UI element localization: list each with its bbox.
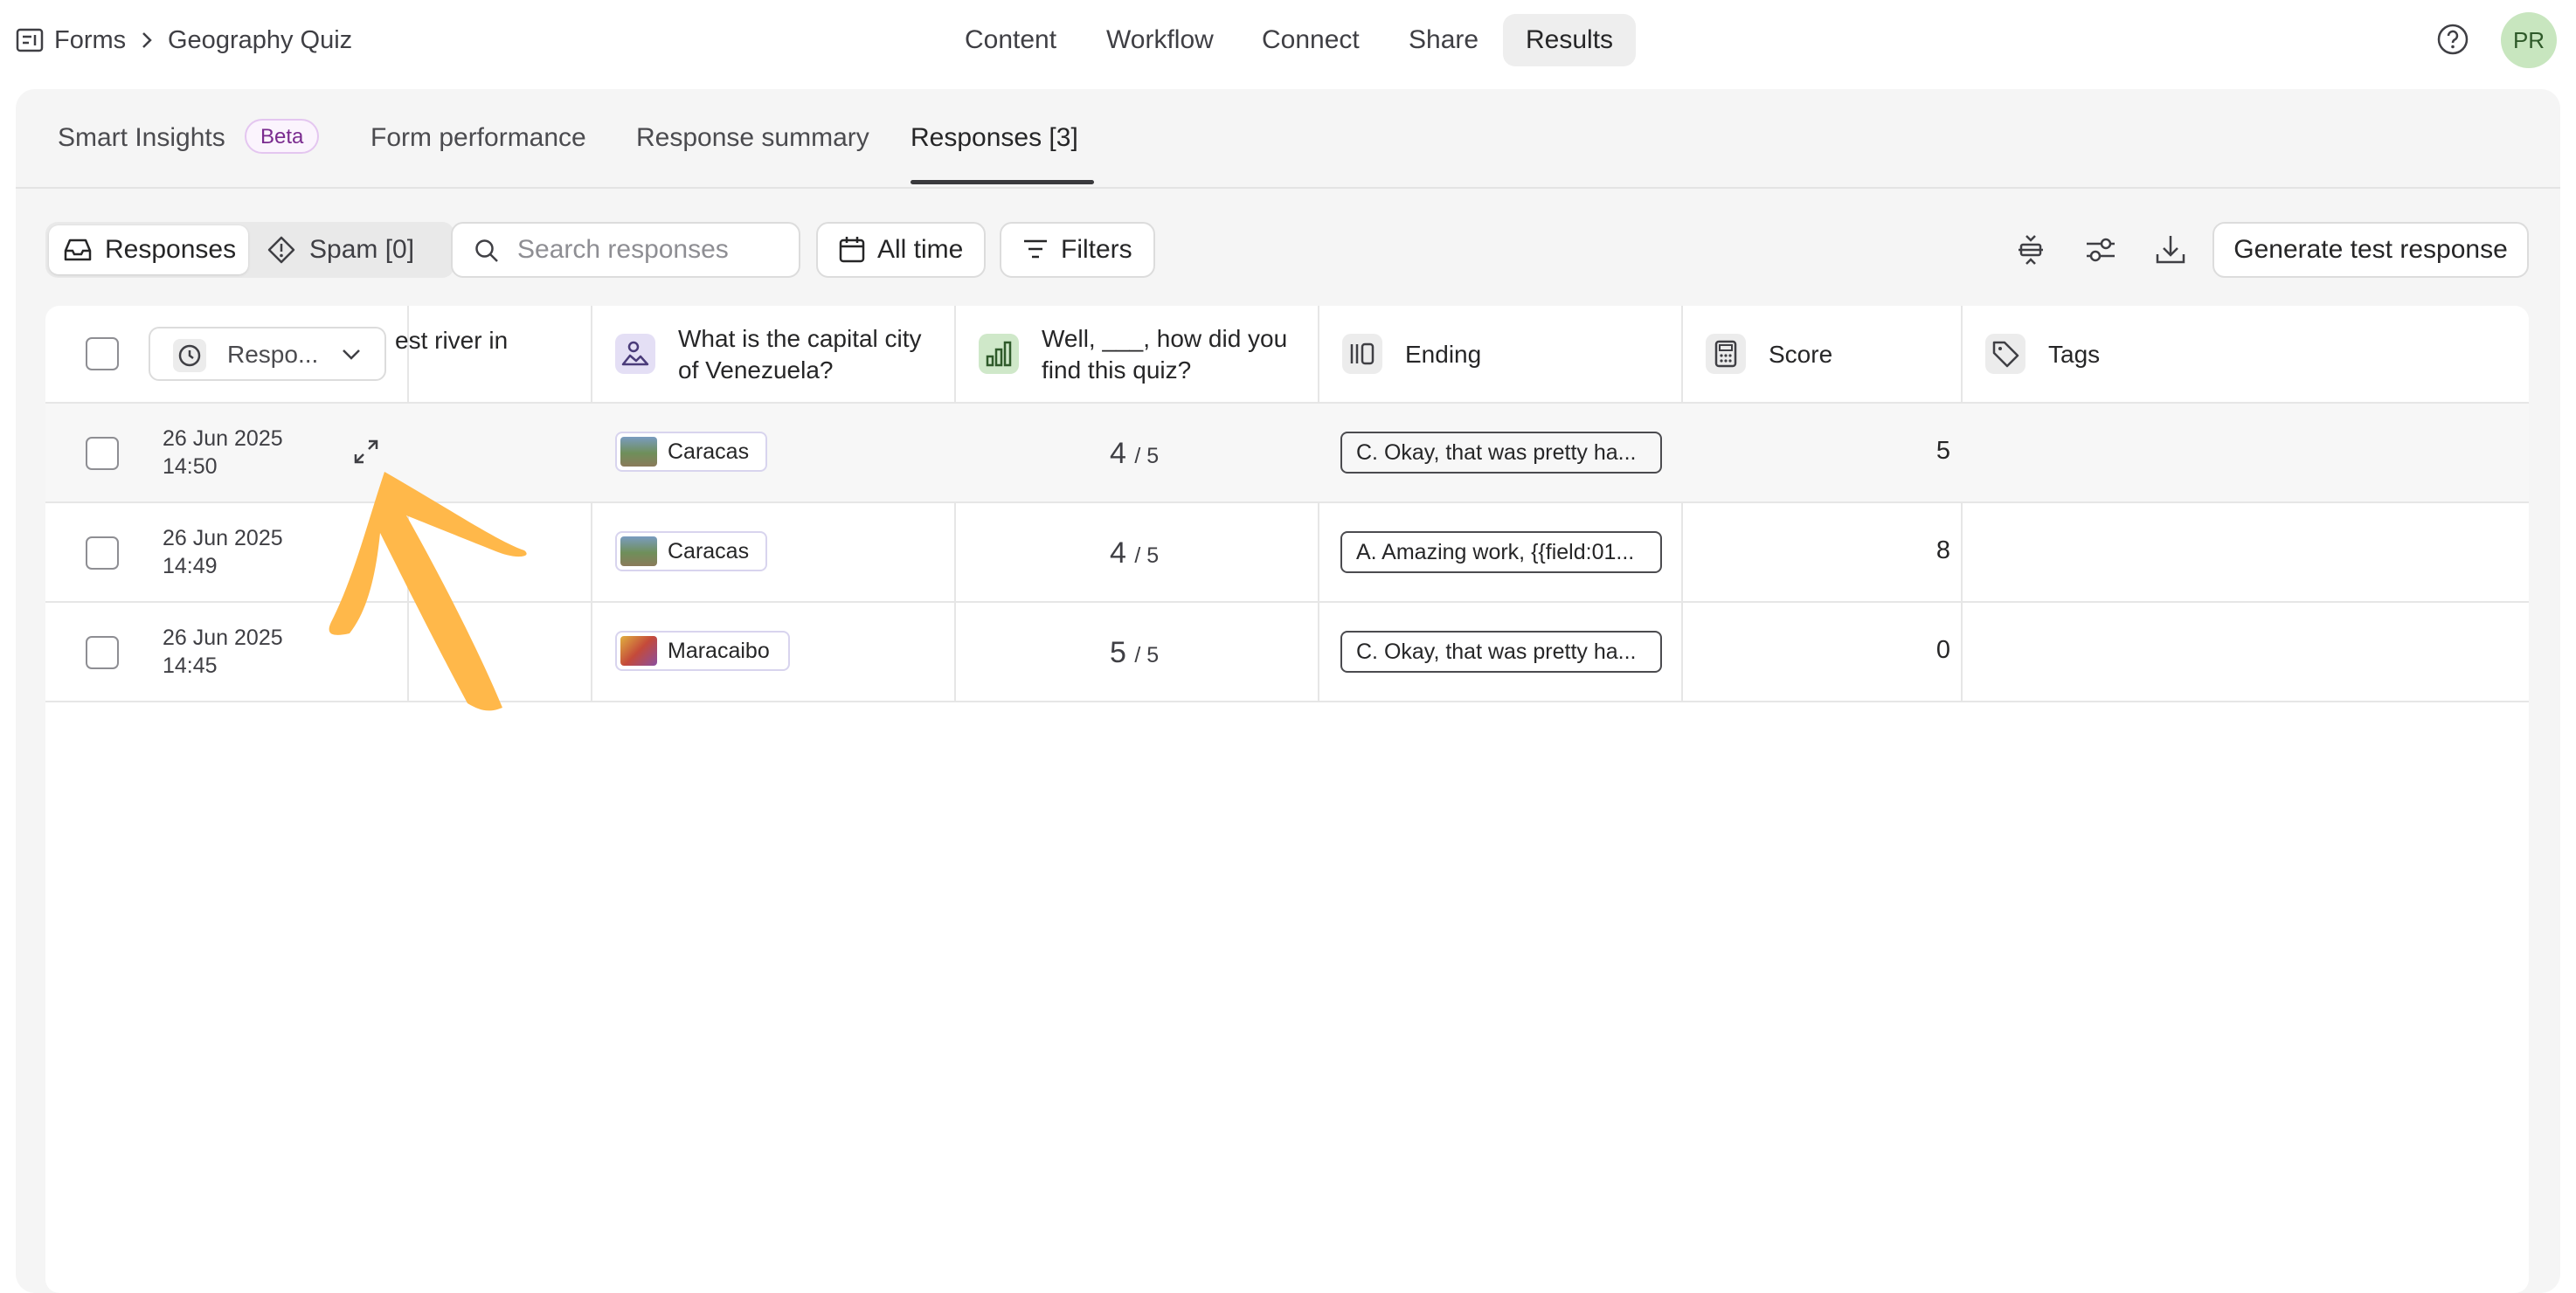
row-height-icon[interactable]: [2012, 231, 2050, 269]
ending-chip: C. Okay, that was pretty ha...: [1340, 631, 1662, 673]
nav-tab-workflow[interactable]: Workflow: [1084, 14, 1236, 66]
picture-choice-icon: [615, 334, 655, 374]
sort-column-dropdown[interactable]: Respo...: [149, 327, 386, 381]
responses-toggle-button[interactable]: Responses: [49, 225, 248, 274]
avatar[interactable]: PR: [2501, 12, 2557, 68]
ending-chip: C. Okay, that was pretty ha...: [1340, 432, 1662, 474]
tab-smart-insights[interactable]: Smart Insights: [58, 121, 225, 156]
score-value: 8: [1935, 536, 1950, 564]
answer-thumbnail: [620, 536, 657, 566]
answer-text: Maracaibo: [668, 639, 770, 663]
row-date: 26 Jun 2025: [163, 626, 283, 650]
column-header-ending[interactable]: Ending: [1405, 339, 1481, 370]
download-icon[interactable]: [2151, 231, 2190, 269]
score-value: 5: [1935, 437, 1950, 465]
inbox-icon: [64, 239, 92, 261]
score-value: 0: [1935, 636, 1950, 664]
ending-chip: A. Amazing work, {{field:01...: [1340, 531, 1662, 573]
form-icon: [16, 28, 44, 52]
rating-max: / 5: [1134, 444, 1160, 468]
tab-response-summary[interactable]: Response summary: [636, 121, 869, 156]
search-input[interactable]: Search responses: [451, 222, 800, 278]
spam-icon: [267, 236, 295, 264]
row-date: 26 Jun 2025: [163, 426, 283, 451]
rating-score: 4: [1110, 437, 1126, 470]
column-header-rating[interactable]: Well, ___, how did you find this quiz?: [1042, 323, 1304, 386]
rating-icon: [979, 334, 1019, 374]
tab-form-performance[interactable]: Form performance: [370, 121, 586, 156]
column-header-capital[interactable]: What is the capital city of Venezuela?: [678, 323, 940, 386]
breadcrumb-forms[interactable]: Forms: [54, 23, 126, 58]
rating-max: / 5: [1134, 543, 1160, 568]
nav-tab-content[interactable]: Content: [942, 14, 1079, 66]
filter-icon: [1024, 239, 1047, 259]
chevron-right-icon: [142, 32, 152, 48]
settings-sliders-icon[interactable]: [2081, 231, 2120, 269]
answer-chip: Caracas: [615, 432, 767, 472]
rating-score: 5: [1110, 636, 1126, 669]
answer-thumbnail: [620, 437, 657, 467]
tag-icon: [1985, 334, 2025, 374]
clock-icon: [173, 339, 206, 372]
row-date: 26 Jun 2025: [163, 526, 283, 550]
date-range-button[interactable]: All time: [816, 222, 986, 278]
column-header-river[interactable]: est river in: [395, 325, 508, 356]
calendar-icon: [839, 237, 865, 263]
responses-toggle-label: Responses: [105, 235, 237, 264]
top-nav: Forms Geography Quiz Content Workflow Co…: [0, 0, 2576, 80]
nav-tab-results[interactable]: Results: [1503, 14, 1637, 66]
nav-tab-connect[interactable]: Connect: [1239, 14, 1382, 66]
active-tab-indicator: [911, 180, 1094, 184]
nav-tab-share[interactable]: Share: [1386, 14, 1501, 66]
filters-label: Filters: [1061, 235, 1132, 264]
generate-test-response-button[interactable]: Generate test response: [2212, 222, 2529, 278]
annotation-arrow: [329, 472, 527, 711]
subtabs: Smart Insights Beta Form performance Res…: [16, 89, 2560, 189]
row-time: 14:50: [163, 454, 218, 479]
rating-value: 5 / 5: [1110, 636, 1159, 670]
search-placeholder: Search responses: [517, 235, 729, 264]
tab-responses[interactable]: Responses [3]: [911, 121, 1078, 156]
answer-text: Caracas: [668, 439, 750, 464]
answer-chip: Maracaibo: [615, 631, 790, 671]
answer-thumbnail: [620, 636, 657, 666]
date-range-label: All time: [877, 235, 964, 264]
sort-column-label: Respo...: [227, 341, 319, 368]
help-icon[interactable]: [2436, 23, 2469, 56]
column-header-score[interactable]: Score: [1769, 339, 1832, 370]
row-checkbox[interactable]: [86, 536, 119, 570]
calculator-icon: [1706, 334, 1746, 374]
rating-score: 4: [1110, 536, 1126, 570]
row-time: 14:49: [163, 554, 218, 578]
ending-icon: [1342, 334, 1382, 374]
filters-button[interactable]: Filters: [1000, 222, 1155, 278]
row-time: 14:45: [163, 653, 218, 678]
rating-value: 4 / 5: [1110, 437, 1159, 471]
chevron-down-icon: [343, 349, 360, 360]
row-checkbox[interactable]: [86, 437, 119, 470]
breadcrumb-current: Geography Quiz: [168, 26, 353, 54]
rating-max: / 5: [1134, 643, 1160, 667]
rating-value: 4 / 5: [1110, 536, 1159, 570]
row-checkbox[interactable]: [86, 636, 119, 669]
beta-badge: Beta: [245, 119, 320, 154]
spam-toggle-label: Spam [0]: [309, 235, 415, 264]
spam-toggle-button[interactable]: Spam [0]: [252, 225, 451, 274]
search-icon: [475, 239, 498, 262]
select-all-checkbox[interactable]: [86, 337, 119, 370]
answer-chip: Caracas: [615, 531, 767, 571]
response-type-toggle: Responses Spam [0]: [45, 222, 454, 278]
column-header-tags[interactable]: Tags: [2048, 339, 2100, 370]
answer-text: Caracas: [668, 539, 750, 564]
